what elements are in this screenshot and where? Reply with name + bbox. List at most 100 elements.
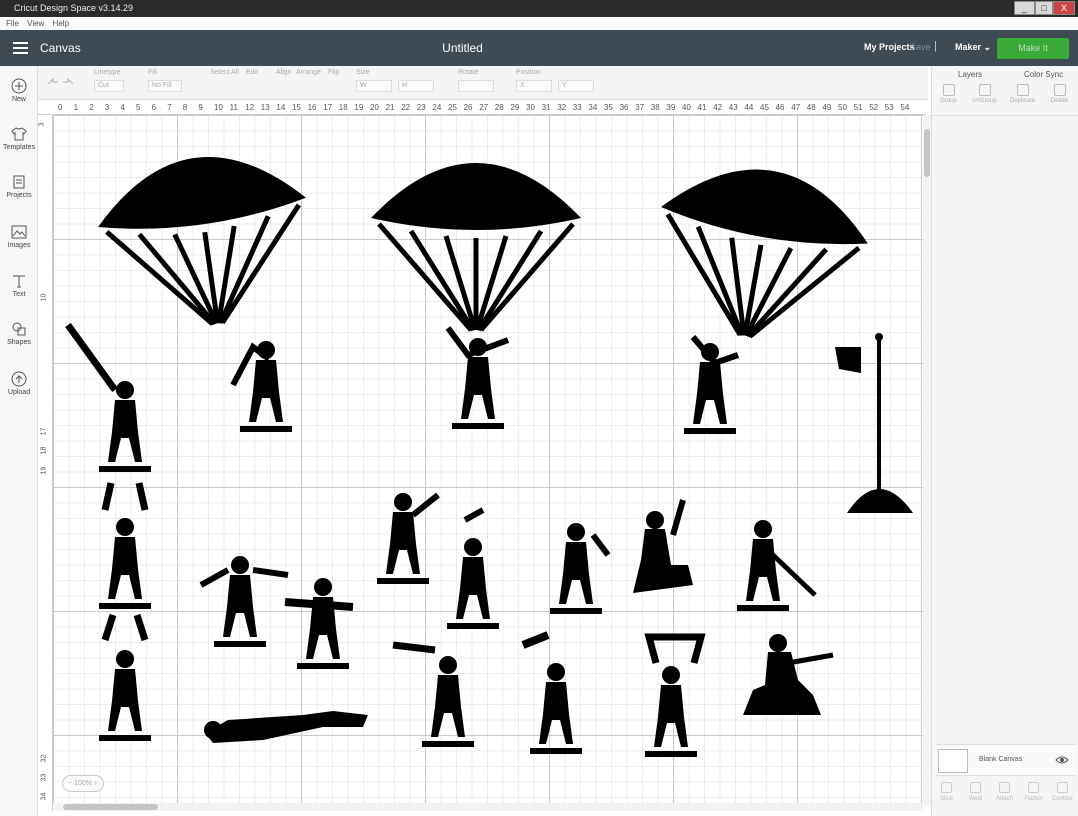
sidebar-item-upload[interactable]: Upload <box>0 371 38 396</box>
contour-button[interactable]: Contour <box>1048 782 1077 802</box>
sidebar-item-label: Images <box>7 242 31 249</box>
machine-select[interactable]: Maker ⌄ <box>955 42 991 53</box>
ruler-tick-label: 49 <box>822 103 832 112</box>
ruler-tick-label: 13 <box>260 103 270 112</box>
ruler-tick-label: 27 <box>479 103 489 112</box>
fill-select[interactable]: No Fill <box>148 80 182 92</box>
blank-canvas-row[interactable]: Blank Canvas <box>935 744 1076 776</box>
edit-toolbar: Linetype Cut Fill No Fill Select All Edi… <box>38 66 928 100</box>
ruler-tick-label: 11 <box>229 103 238 112</box>
menu-bar: File View Help <box>0 17 1078 30</box>
rotate-field[interactable] <box>458 80 494 92</box>
ruler-tick-label: 3 <box>38 122 46 127</box>
delete-button[interactable]: Delete <box>1045 84 1074 104</box>
soldier-row2-3 <box>377 492 440 584</box>
tab-color-sync[interactable]: Color Sync <box>1024 70 1063 79</box>
slice-button[interactable]: Slice <box>932 782 961 802</box>
layers-panel: Layers Color Sync Group UnGroup Duplicat… <box>931 66 1078 816</box>
duplicate-button[interactable]: Duplicate <box>1008 84 1037 104</box>
slice-label: Slice <box>939 796 953 802</box>
ruler-tick-label: 34 <box>40 792 48 801</box>
sidebar-item-label: Upload <box>7 389 31 396</box>
flatten-button[interactable]: Flatten <box>1019 782 1048 802</box>
ruler-tick-label: 17 <box>40 427 48 436</box>
group-button[interactable]: Group <box>934 84 963 104</box>
zoom-in-button[interactable]: + <box>94 780 98 787</box>
sidebar-item-images[interactable]: Images <box>0 224 38 249</box>
sidebar-item-projects[interactable]: Projects <box>0 174 38 199</box>
bottom-actions: Slice Weld Attach Flatten Contour <box>932 778 1078 816</box>
ruler-tick-label: 6 <box>151 103 157 112</box>
ruler-tick-label: 38 <box>650 103 660 112</box>
parachute-canopy-left <box>90 143 321 338</box>
sidebar-item-new[interactable]: New <box>0 78 38 103</box>
ruler-tick-label: 25 <box>448 103 457 112</box>
attach-label: Attach <box>995 796 1013 802</box>
vertical-scrollbar[interactable] <box>923 115 931 805</box>
height-field[interactable]: H <box>398 80 434 92</box>
ruler-tick-label: 26 <box>463 103 473 112</box>
menu-help[interactable]: Help <box>53 19 69 28</box>
ruler-tick-label: 15 <box>292 103 301 112</box>
ruler-tick-label: 41 <box>697 103 707 112</box>
close-button[interactable]: X <box>1053 1 1075 15</box>
undo-redo-icon[interactable] <box>46 76 76 88</box>
ruler-tick-label: 30 <box>526 103 535 112</box>
silhouette-artwork <box>65 115 913 757</box>
attach-button[interactable]: Attach <box>990 782 1019 802</box>
make-it-button[interactable]: Make It <box>997 38 1069 59</box>
ruler-tick-label: 7 <box>167 103 172 112</box>
sidebar-item-label: Templates <box>3 144 35 151</box>
ruler-tick-label: 45 <box>760 103 769 112</box>
ruler-tick-label: 42 <box>713 103 723 112</box>
ruler-tick-label: 50 <box>838 103 847 112</box>
menu-view[interactable]: View <box>27 19 44 28</box>
horizontal-scroll-thumb[interactable] <box>63 804 158 810</box>
ruler-tick-label: 24 <box>432 103 442 112</box>
soldier-row2-4 <box>447 507 499 629</box>
parachute-center <box>371 163 581 429</box>
maximize-button[interactable]: □ <box>1035 1 1053 15</box>
align-label: Align <box>276 69 292 76</box>
arrange-label: Arrange <box>296 69 321 76</box>
left-ruler: 3 10 17 18 19 32 33 34 <box>38 115 53 811</box>
ruler-tick-label: 36 <box>619 103 629 112</box>
ruler-tick-label: 19 <box>40 466 48 474</box>
save-button[interactable]: Save <box>910 42 931 52</box>
width-field[interactable]: W <box>356 80 392 92</box>
ruler-tick-label: 20 <box>370 103 379 112</box>
ruler-tick-label: 8 <box>182 103 188 112</box>
eye-icon[interactable] <box>1055 753 1069 767</box>
x-field[interactable]: X <box>516 80 552 92</box>
parachute-canopy-center <box>371 163 581 330</box>
weld-button[interactable]: Weld <box>961 782 990 802</box>
sidebar-item-text[interactable]: Text <box>0 273 38 298</box>
ruler-tick-label: 12 <box>245 103 255 112</box>
minimize-button[interactable]: _ <box>1014 1 1035 15</box>
ruler-tick-label: 31 <box>541 103 551 112</box>
position-label: Position <box>516 69 541 76</box>
sidebar-item-templates[interactable]: Templates <box>0 126 38 151</box>
my-projects-link[interactable]: My Projects <box>864 42 915 52</box>
design-canvas[interactable] <box>53 115 923 805</box>
rotate-label: Rotate <box>458 69 479 76</box>
ruler-tick-label: 9 <box>198 103 203 112</box>
y-field[interactable]: Y <box>558 80 594 92</box>
linetype-select[interactable]: Cut <box>94 80 124 92</box>
horizontal-scrollbar[interactable] <box>53 803 923 811</box>
parachute-right <box>642 153 878 434</box>
canvas-color-swatch[interactable] <box>938 749 968 773</box>
menu-file[interactable]: File <box>6 19 19 28</box>
tab-layers[interactable]: Layers <box>958 70 982 79</box>
ruler-tick-label: 44 <box>744 103 754 112</box>
image-icon <box>11 225 27 239</box>
layer-actions: Group UnGroup Duplicate Delete <box>932 84 1078 116</box>
left-sidebar: New Templates Projects Images Text Shape… <box>0 66 38 816</box>
ungroup-button[interactable]: UnGroup <box>970 84 999 104</box>
sidebar-item-shapes[interactable]: Shapes <box>0 321 38 346</box>
ruler-tick-label: 21 <box>385 103 395 112</box>
document-title[interactable]: Untitled <box>0 41 925 55</box>
zoom-out-button[interactable]: − <box>68 780 72 787</box>
flip-label: Flip <box>328 69 340 76</box>
vertical-scroll-thumb[interactable] <box>924 129 930 177</box>
